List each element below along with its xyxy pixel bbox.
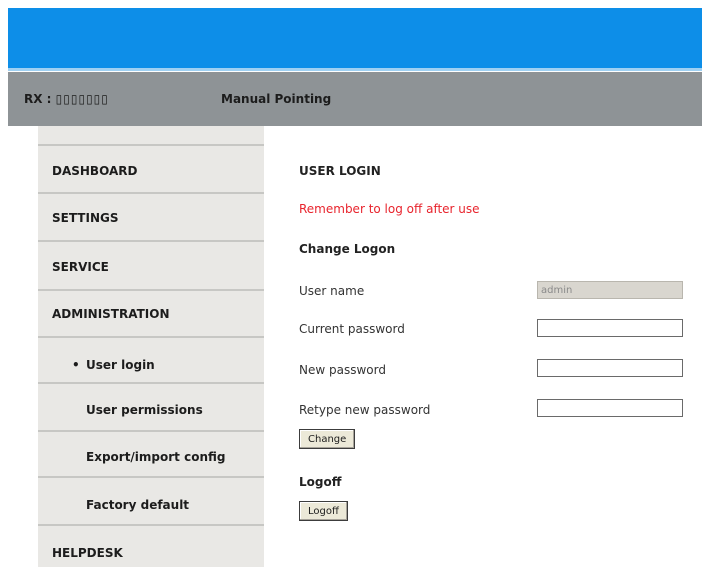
sidebar-item-label: Export/import config <box>86 450 226 464</box>
current-password-label: Current password <box>299 322 405 336</box>
retype-password-label: Retype new password <box>299 403 431 417</box>
status-bar: RX : ▯▯▯▯▯▯▯ Manual Pointing <box>8 72 702 126</box>
sidebar-item-label: User permissions <box>86 403 203 417</box>
header-divider <box>8 68 702 71</box>
logoff-reminder: Remember to log off after use <box>299 202 480 216</box>
page-title: USER LOGIN <box>299 164 381 178</box>
change-button[interactable]: Change <box>299 429 356 449</box>
retype-password-field[interactable] <box>537 399 683 417</box>
sidebar-item-label: Factory default <box>86 498 190 512</box>
sidebar-divider <box>38 382 264 384</box>
sidebar-divider <box>38 289 264 291</box>
rx-status: RX : ▯▯▯▯▯▯▯ <box>24 92 109 106</box>
username-field <box>537 281 683 299</box>
sidebar-divider <box>38 430 264 432</box>
sidebar-item-label: SERVICE <box>52 260 109 274</box>
sidebar-item-text: User login <box>86 358 155 372</box>
sidebar-divider <box>38 240 264 242</box>
sidebar-divider <box>38 144 264 146</box>
sidebar-item-label: SETTINGS <box>52 211 119 225</box>
sidebar-divider <box>38 476 264 478</box>
sidebar-item-label: ADMINISTRATION <box>52 307 170 321</box>
pointing-mode: Manual Pointing <box>221 92 332 106</box>
sidebar-item-label: HELPDESK <box>52 546 123 560</box>
change-logon-heading: Change Logon <box>299 242 396 256</box>
current-password-field[interactable] <box>537 319 683 337</box>
sidebar-item-label: DASHBOARD <box>52 164 138 178</box>
rx-value: ▯▯▯▯▯▯▯ <box>55 92 109 106</box>
new-password-label: New password <box>299 363 386 377</box>
new-password-field[interactable] <box>537 359 683 377</box>
logoff-button[interactable]: Logoff <box>299 501 348 521</box>
active-bullet-icon: • <box>72 358 80 372</box>
sidebar-divider <box>38 336 264 338</box>
rx-label: RX : <box>24 92 52 106</box>
username-label: User name <box>299 284 365 298</box>
header-banner <box>8 8 702 68</box>
sidebar-divider <box>38 192 264 194</box>
sidebar-divider <box>38 524 264 526</box>
main-content: USER LOGIN Remember to log off after use… <box>299 126 702 567</box>
sidebar-item-label: • User login <box>72 358 155 372</box>
logoff-heading: Logoff <box>299 475 342 489</box>
sidebar-nav: DASHBOARD SETTINGS SERVICE ADMINISTRATIO… <box>38 126 264 567</box>
